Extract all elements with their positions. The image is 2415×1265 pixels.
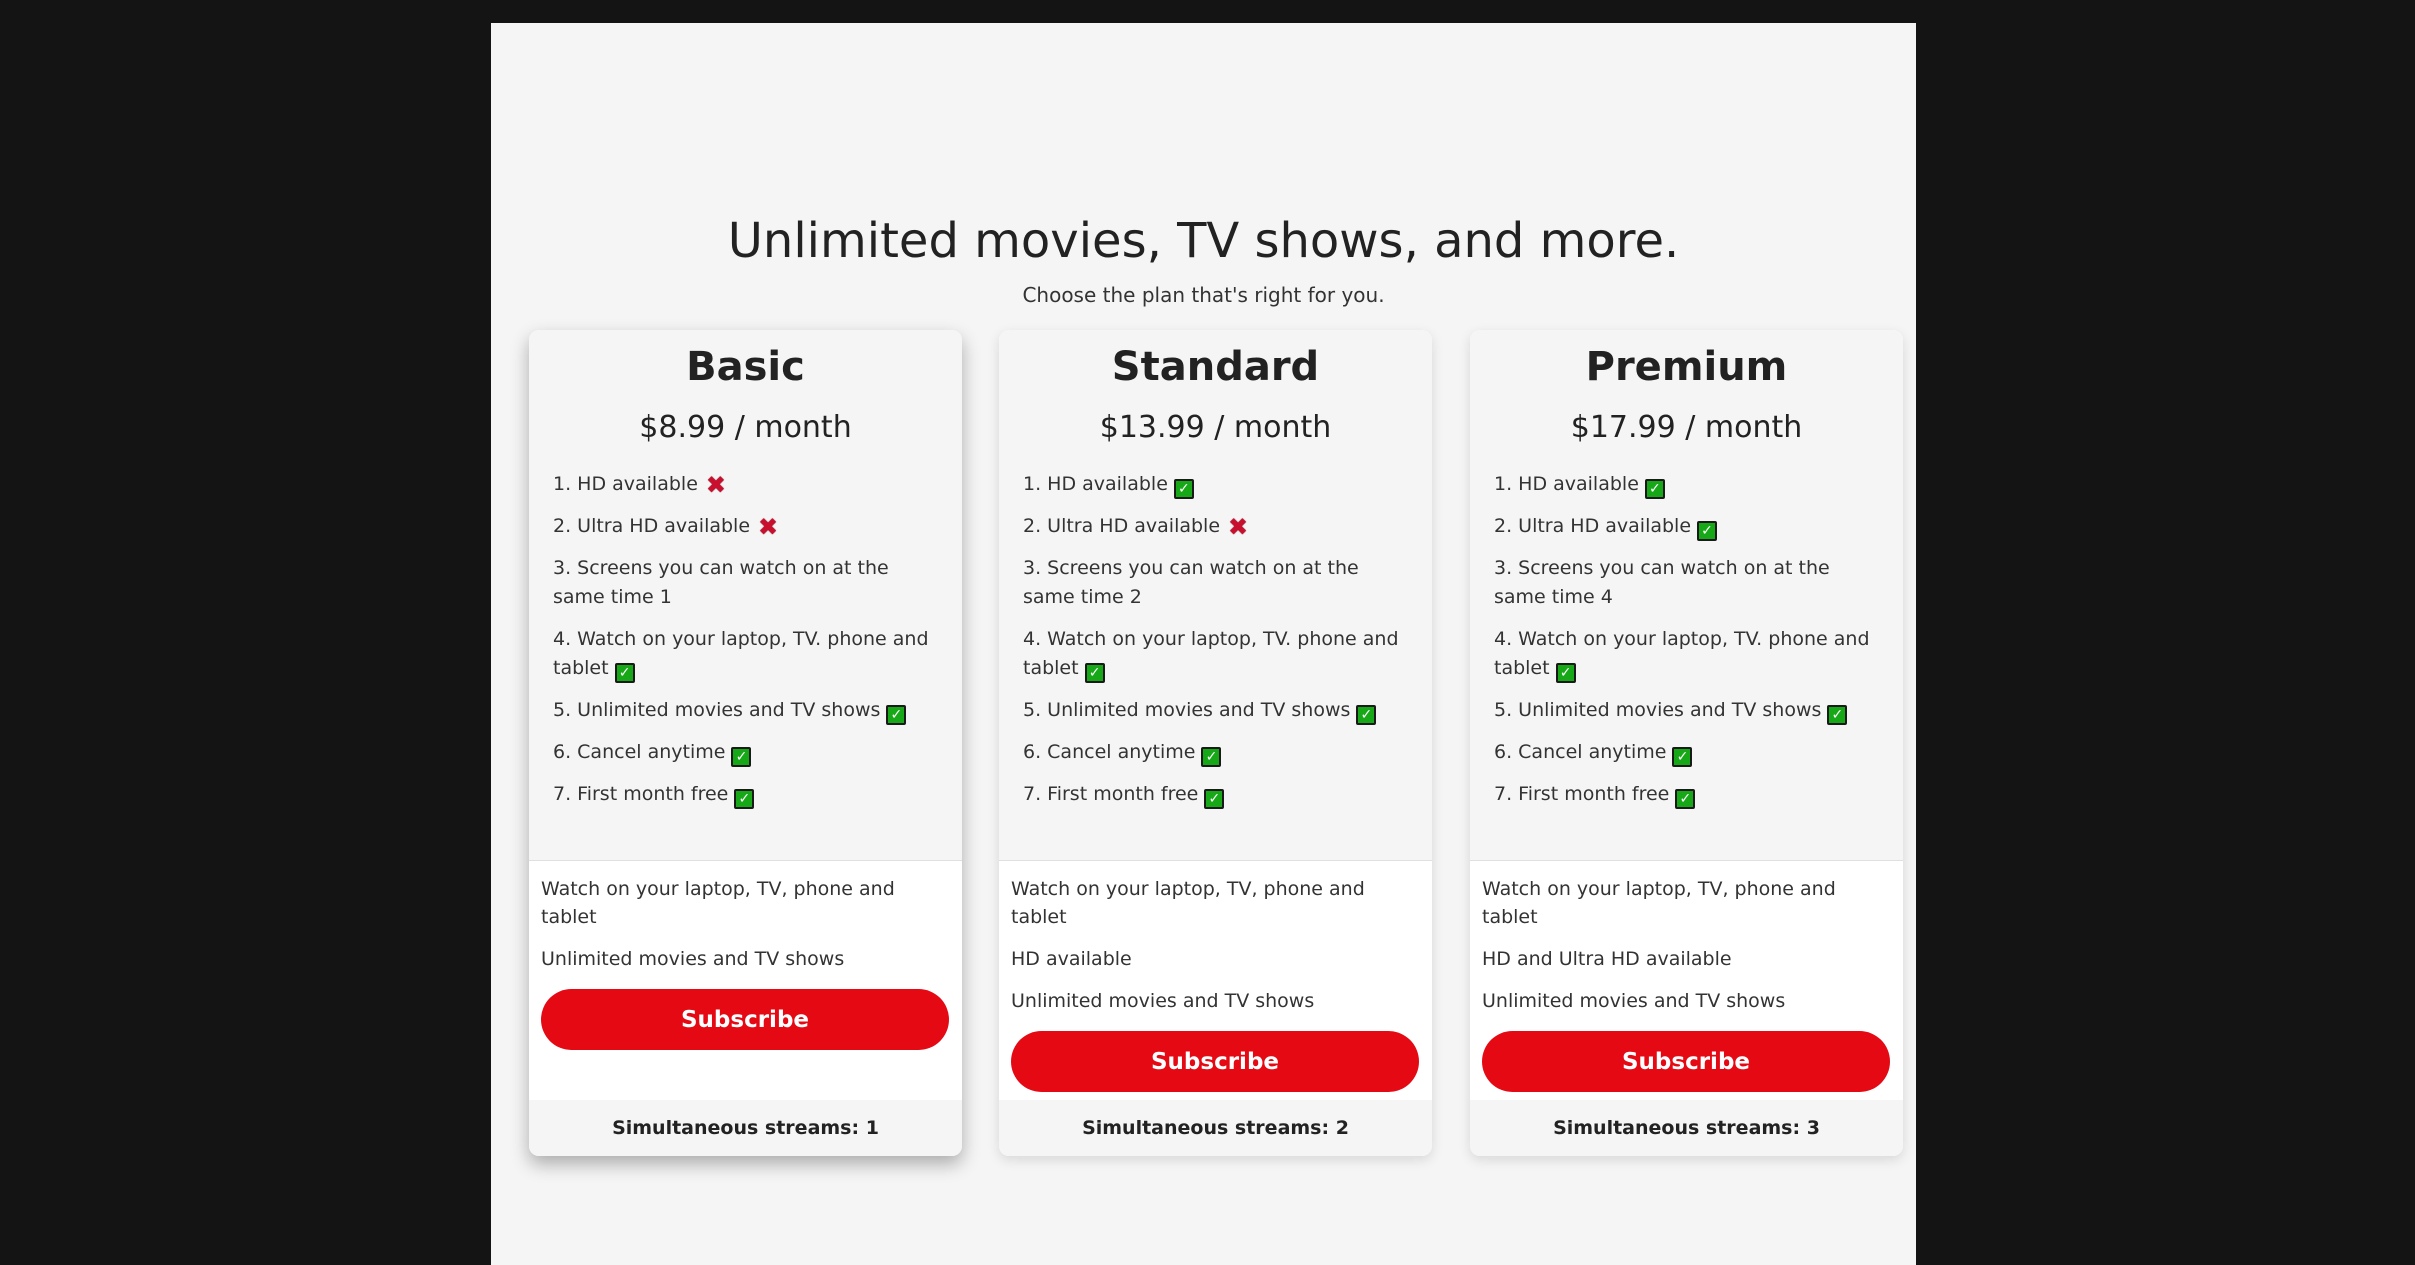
perk-item: Watch on your laptop, TV, phone and tabl… [541,878,895,928]
feature-list: 1. HD available ✓ 2. Ultra HD available ✖ … [999,470,1432,809]
feature-list: 1. HD available ✖ 2. Ultra HD available ✖ … [529,470,962,809]
plan-name: Basic [686,344,805,390]
feature-text: 3. Screens you can watch on at the same … [1494,557,1830,608]
feature-text: 6. Cancel anytime [1023,741,1196,763]
perk-item: Unlimited movies and TV shows [1011,990,1315,1012]
plan-card-basic: Basic $8.99 / month 1. HD available ✖ 2. … [529,330,962,1156]
feature-item: 3. Screens you can watch on at the same … [1023,554,1408,612]
feature-text: 7. First month free [1494,783,1670,805]
perk-item: Watch on your laptop, TV, phone and tabl… [1482,878,1836,928]
feature-item: 2. Ultra HD available ✖ [1023,512,1408,541]
feature-text: 5. Unlimited movies and TV shows [553,699,881,721]
check-icon: ✓ [1555,663,1576,683]
feature-text: 2. Ultra HD available [1023,515,1221,537]
check-icon: ✓ [1201,747,1222,767]
feature-text: 3. Screens you can watch on at the same … [1023,557,1359,608]
check-icon: ✓ [1827,705,1848,725]
check-icon: ✓ [1356,705,1377,725]
feature-item: 5. Unlimited movies and TV shows ✓ [553,696,938,725]
check-icon: ✓ [886,705,907,725]
feature-item: 1. HD available ✖ [553,470,938,499]
check-icon: ✓ [1084,663,1105,683]
feature-text: 6. Cancel anytime [1494,741,1667,763]
feature-item: 6. Cancel anytime ✓ [1494,738,1879,767]
perk-item: Unlimited movies and TV shows [1482,990,1786,1012]
plan-card-standard: Standard $13.99 / month 1. HD available ✓… [999,330,1432,1156]
feature-item: 4. Watch on your laptop, TV. phone and t… [553,625,938,683]
check-icon: ✓ [1644,479,1665,499]
plan-price: $13.99 / month [1099,410,1332,445]
check-icon: ✓ [1173,479,1194,499]
plan-card-header: Standard $13.99 / month 1. HD available ✓… [999,330,1432,861]
feature-text: 1. HD available [1494,473,1639,495]
feature-item: 3. Screens you can watch on at the same … [1494,554,1879,612]
feature-text: 5. Unlimited movies and TV shows [1023,699,1351,721]
feature-text: 7. First month free [553,783,729,805]
feature-item: 7. First month free ✓ [1494,780,1879,809]
feature-item: 5. Unlimited movies and TV shows ✓ [1494,696,1879,725]
check-icon: ✓ [1697,521,1718,541]
feature-item: 7. First month free ✓ [553,780,938,809]
feature-text: 4. Watch on your laptop, TV. phone and t… [1023,628,1399,679]
subscribe-button-standard[interactable]: Subscribe [1011,1031,1419,1092]
check-icon: ✓ [734,789,755,809]
subscribe-button-premium[interactable]: Subscribe [1482,1031,1890,1092]
feature-text: 4. Watch on your laptop, TV. phone and t… [553,628,929,679]
feature-text: 3. Screens you can watch on at the same … [553,557,889,608]
plan-name: Standard [1111,344,1320,390]
feature-text: 2. Ultra HD available [1494,515,1692,537]
cross-icon: ✖ [705,471,726,499]
perk-item: HD and Ultra HD available [1482,948,1732,970]
feature-item: 4. Watch on your laptop, TV. phone and t… [1494,625,1879,683]
plan-perks: Watch on your laptop, TV, phone and tabl… [529,861,962,1100]
plan-perks: Watch on your laptop, TV, phone and tabl… [999,861,1432,1100]
feature-item: 6. Cancel anytime ✓ [553,738,938,767]
check-icon: ✓ [614,663,635,683]
check-icon: ✓ [731,747,752,767]
feature-text: 1. HD available [553,473,698,495]
feature-item: 1. HD available ✓ [1023,470,1408,499]
plan-price: $8.99 / month [639,410,852,445]
feature-list: 1. HD available ✓ 2. Ultra HD available ✓ … [1470,470,1903,809]
feature-item: 7. First month free ✓ [1023,780,1408,809]
perk-item: Watch on your laptop, TV, phone and tabl… [1011,878,1365,928]
check-icon: ✓ [1204,789,1225,809]
feature-text: 1. HD available [1023,473,1168,495]
plan-card-header: Basic $8.99 / month 1. HD available ✖ 2. … [529,330,962,861]
feature-text: 4. Watch on your laptop, TV. phone and t… [1494,628,1870,679]
feature-item: 6. Cancel anytime ✓ [1023,738,1408,767]
feature-text: 2. Ultra HD available [553,515,751,537]
plan-price: $17.99 / month [1570,410,1803,445]
page-title: Unlimited movies, TV shows, and more. [727,213,1680,269]
feature-text: 5. Unlimited movies and TV shows [1494,699,1822,721]
feature-text: 6. Cancel anytime [553,741,726,763]
streams-count: Simultaneous streams: 1 [529,1100,962,1156]
streams-count: Simultaneous streams: 2 [999,1100,1432,1156]
plan-name: Premium [1585,344,1788,390]
check-icon: ✓ [1672,747,1693,767]
plan-card-header: Premium $17.99 / month 1. HD available ✓ … [1470,330,1903,861]
plan-card-premium: Premium $17.99 / month 1. HD available ✓ … [1470,330,1903,1156]
feature-item: 1. HD available ✓ [1494,470,1879,499]
perk-item: Unlimited movies and TV shows [541,948,845,970]
feature-item: 4. Watch on your laptop, TV. phone and t… [1023,625,1408,683]
feature-item: 2. Ultra HD available ✓ [1494,512,1879,541]
plan-perks: Watch on your laptop, TV, phone and tabl… [1470,861,1903,1100]
cross-icon: ✖ [1227,513,1249,541]
feature-item: 5. Unlimited movies and TV shows ✓ [1023,696,1408,725]
feature-item: 3. Screens you can watch on at the same … [553,554,938,612]
feature-item: 2. Ultra HD available ✖ [553,512,938,541]
streams-count: Simultaneous streams: 3 [1470,1100,1903,1156]
check-icon: ✓ [1675,789,1696,809]
page-subtitle: Choose the plan that's right for you. [1022,283,1385,307]
subscribe-button-basic[interactable]: Subscribe [541,989,949,1050]
cross-icon: ✖ [757,513,779,541]
perk-item: HD available [1011,948,1132,970]
feature-text: 7. First month free [1023,783,1199,805]
pricing-page: Unlimited movies, TV shows, and more. Ch… [491,23,1916,1265]
